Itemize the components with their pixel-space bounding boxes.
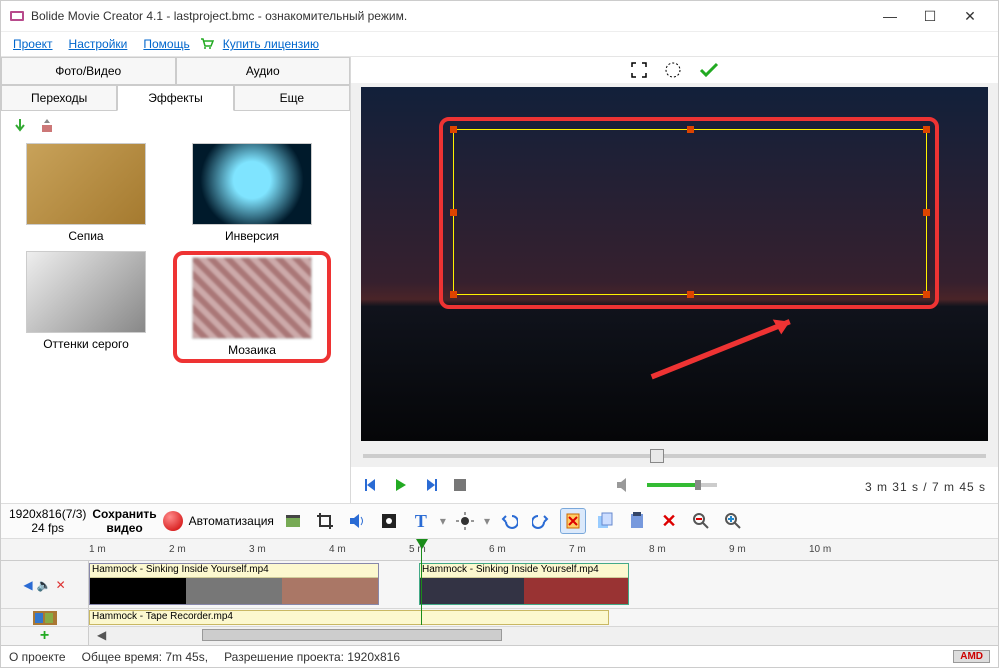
fx-inversion[interactable]: Инверсия <box>173 143 331 243</box>
status-resolution: Разрешение проекта: 1920x816 <box>224 650 400 664</box>
seek-thumb[interactable] <box>650 449 664 463</box>
fx-label: Сепиа <box>7 229 165 243</box>
project-resolution-info: 1920x816(7/3) 24 fps <box>9 507 86 536</box>
tab-more[interactable]: Еще <box>234 85 350 111</box>
fx-grayscale[interactable]: Оттенки серого <box>7 251 165 363</box>
media-tabs-top: Фото/Видео Аудио <box>1 57 350 85</box>
timeline-ruler[interactable]: 1 m 2 m 3 m 4 m 5 m 6 m 7 m 8 m 9 m 10 m <box>1 539 998 561</box>
buy-license-link[interactable]: Купить лицензию <box>200 34 325 54</box>
titlebar: Bolide Movie Creator 4.1 - lastproject.b… <box>1 1 998 31</box>
status-duration: Общее время: 7m 45s, <box>82 650 208 664</box>
menu-settings[interactable]: Настройки <box>63 34 134 54</box>
track-header[interactable] <box>1 609 89 626</box>
step-back-icon[interactable] <box>363 477 379 493</box>
app-window: Bolide Movie Creator 4.1 - lastproject.b… <box>0 0 999 668</box>
tab-transitions[interactable]: Переходы <box>1 85 117 111</box>
video-fx-icon[interactable] <box>376 508 402 534</box>
undo-icon[interactable] <box>496 508 522 534</box>
fx-settings-icon[interactable] <box>39 117 57 135</box>
seekbar[interactable] <box>351 445 998 467</box>
save-video-button[interactable]: Сохранить видео <box>92 507 156 536</box>
audio-track-1[interactable]: Hammock - Tape Recorder.mp4 <box>1 609 998 627</box>
track-header[interactable]: ◀ 🔈 ✕ <box>1 561 89 608</box>
volume-slider[interactable] <box>647 480 717 490</box>
playhead-flag-icon[interactable] <box>414 539 430 555</box>
fx-sepia[interactable]: Сепиа <box>7 143 165 243</box>
volume-icon[interactable] <box>615 477 633 493</box>
zoom-out-icon[interactable] <box>688 508 714 534</box>
preview-panel: 3 m 31 s / 7 m 45 s <box>351 57 998 503</box>
crop-icon[interactable] <box>312 508 338 534</box>
playback-controls: 3 m 31 s / 7 m 45 s <box>351 467 998 503</box>
minimize-button[interactable]: — <box>870 2 910 30</box>
timeline-tracks: ◀ 🔈 ✕ Hammock - Sinking Inside Yourself.… <box>1 561 998 645</box>
cart-icon <box>200 37 214 51</box>
film-strip-icon <box>33 611 57 625</box>
track-delete-icon[interactable]: ✕ <box>56 578 66 592</box>
timeline-toolbar: 1920x816(7/3) 24 fps Сохранить видео Авт… <box>1 503 998 539</box>
track-mute-icon[interactable]: 🔈 <box>37 578 52 592</box>
close-button[interactable]: ✕ <box>950 2 990 30</box>
step-fwd-icon[interactable] <box>423 477 439 493</box>
paste-icon[interactable] <box>624 508 650 534</box>
maximize-button[interactable]: ☐ <box>910 2 950 30</box>
stop-icon[interactable] <box>453 478 467 492</box>
annotation-highlight <box>439 117 939 309</box>
fx-label: Мозаика <box>179 343 325 357</box>
video-clip-1[interactable]: Hammock - Sinking Inside Yourself.mp4 <box>89 563 379 605</box>
video-track-1[interactable]: ◀ 🔈 ✕ Hammock - Sinking Inside Yourself.… <box>1 561 998 609</box>
status-about[interactable]: О проекте <box>9 650 66 664</box>
window-controls: — ☐ ✕ <box>870 2 990 30</box>
menu-help[interactable]: Помощь <box>137 34 195 54</box>
hscrollbar[interactable]: ◀ <box>89 627 998 643</box>
video-clip-2[interactable]: Hammock - Sinking Inside Yourself.mp4 <box>419 563 629 605</box>
zoom-in-icon[interactable] <box>720 508 746 534</box>
add-track-button[interactable]: + <box>1 627 89 645</box>
menubar: Проект Настройки Помощь Купить лицензию <box>1 31 998 57</box>
add-effect-icon[interactable] <box>11 117 29 135</box>
fx-toolbar <box>1 111 350 141</box>
apply-check-icon[interactable] <box>698 61 720 79</box>
fx-mosaic[interactable]: Мозаика <box>173 251 331 363</box>
tab-audio[interactable]: Аудио <box>176 57 351 84</box>
window-title: Bolide Movie Creator 4.1 - lastproject.b… <box>31 9 870 23</box>
delete-icon[interactable]: ✕ <box>656 508 682 534</box>
tab-effects[interactable]: Эффекты <box>117 85 233 111</box>
add-track-row: + ◀ <box>1 627 998 645</box>
fullscreen-icon[interactable] <box>630 61 648 79</box>
copy-icon[interactable] <box>592 508 618 534</box>
record-icon[interactable] <box>163 511 183 531</box>
fx-label: Оттенки серого <box>7 337 165 351</box>
automation-button[interactable]: Автоматизация <box>189 514 274 528</box>
redo-icon[interactable] <box>528 508 554 534</box>
tab-photo-video[interactable]: Фото/Видео <box>1 57 176 84</box>
preview-viewport[interactable] <box>361 87 988 441</box>
amd-badge: AMD <box>953 650 990 663</box>
media-tabs-bottom: Переходы Эффекты Еще <box>1 85 350 111</box>
audio-icon[interactable] <box>344 508 370 534</box>
media-panel: Фото/Видео Аудио Переходы Эффекты Еще Се… <box>1 57 351 503</box>
fx-label: Инверсия <box>173 229 331 243</box>
preview-top-controls <box>351 57 998 83</box>
statusbar: О проекте Общее время: 7m 45s, Разрешени… <box>1 645 998 667</box>
audio-clip-1[interactable]: Hammock - Tape Recorder.mp4 <box>89 610 609 625</box>
play-icon[interactable] <box>393 477 409 493</box>
app-icon <box>9 8 25 24</box>
menu-project[interactable]: Проект <box>7 34 59 54</box>
brightness-icon[interactable] <box>452 508 478 534</box>
selection-circle-icon[interactable] <box>664 61 682 79</box>
film-icon[interactable] <box>280 508 306 534</box>
main-area: Фото/Видео Аудио Переходы Эффекты Еще Се… <box>1 57 998 503</box>
fx-list: Сепиа Инверсия Оттенки серого Мозаика <box>1 141 350 503</box>
clipboard-fx-icon[interactable] <box>560 508 586 534</box>
timecode: 3 m 31 s / 7 m 45 s <box>865 475 986 496</box>
text-icon[interactable]: T <box>408 508 434 534</box>
track-collapse-icon[interactable]: ◀ <box>23 578 32 592</box>
